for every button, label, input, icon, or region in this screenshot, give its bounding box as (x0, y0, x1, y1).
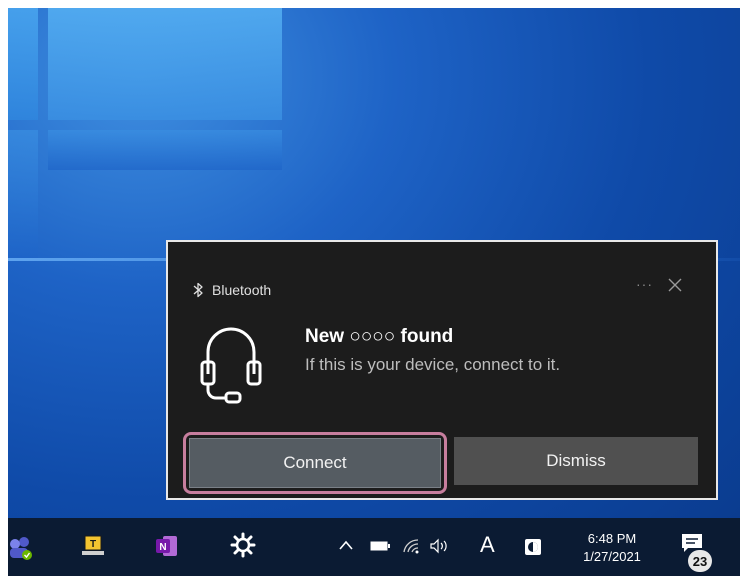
notification-app-name: Bluetooth (212, 282, 272, 298)
headset-icon (200, 327, 262, 404)
desktop: Bluetooth ··· New ○○○○ found If this is … (8, 8, 740, 576)
notification-title: New ○○○○ found (305, 326, 454, 347)
notebook-icon[interactable]: T (80, 533, 106, 559)
bluetooth-notification: Bluetooth ··· New ○○○○ found If this is … (166, 240, 718, 500)
battery-icon[interactable] (370, 541, 390, 551)
taskbar: T N A 6:48 PM 1/27/2021 23 (8, 518, 740, 576)
connect-button[interactable]: Connect (183, 432, 447, 494)
notification-body: If this is your device, connect to it. (305, 355, 561, 374)
teams-icon[interactable] (8, 534, 34, 560)
dismiss-button[interactable]: Dismiss (454, 437, 698, 485)
input-method-indicator[interactable]: A (480, 532, 495, 558)
connect-button-label: Connect (189, 438, 441, 488)
svg-text:T: T (90, 539, 96, 550)
settings-icon[interactable] (230, 532, 256, 558)
clock-date: 1/27/2021 (583, 549, 641, 564)
security-icon[interactable] (524, 538, 542, 556)
chevron-up-icon[interactable] (338, 538, 354, 552)
close-icon[interactable] (668, 278, 682, 292)
windows-logo-pane (48, 130, 282, 170)
system-clock[interactable]: 6:48 PM 1/27/2021 (572, 530, 652, 566)
notification-header: Bluetooth (192, 280, 271, 300)
onenote-icon[interactable]: N (154, 533, 180, 559)
windows-logo-pane (8, 130, 38, 258)
notification-count-badge: 23 (688, 550, 712, 572)
windows-logo-pane (8, 8, 38, 120)
windows-logo-pane (48, 8, 282, 120)
svg-text:N: N (159, 542, 166, 553)
wifi-icon[interactable] (402, 538, 422, 554)
bluetooth-icon (193, 282, 203, 298)
volume-icon[interactable] (430, 538, 450, 554)
more-icon[interactable]: ··· (636, 276, 653, 292)
clock-time: 6:48 PM (587, 531, 637, 546)
